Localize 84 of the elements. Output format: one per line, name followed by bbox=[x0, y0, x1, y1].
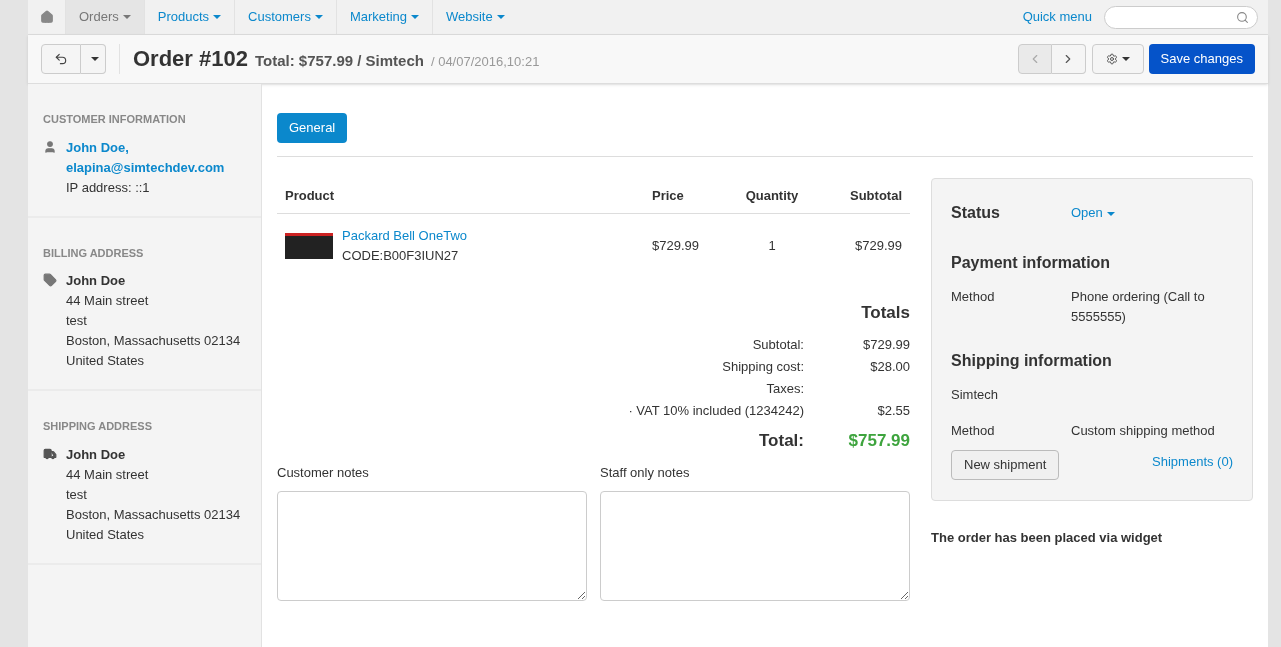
tag-icon bbox=[43, 273, 57, 287]
totals-value: $729.99 bbox=[863, 336, 910, 352]
total-value: $757.99 bbox=[848, 430, 910, 450]
widget-note: The order has been placed via widget bbox=[931, 529, 1164, 547]
caret-icon bbox=[411, 15, 419, 19]
column-header: Product bbox=[285, 186, 336, 205]
caret-icon bbox=[122, 15, 131, 19]
order-title: Order #102 bbox=[133, 45, 248, 73]
notes-label: Staff only notes bbox=[600, 464, 691, 482]
address-line: 44 Main street bbox=[66, 292, 150, 310]
product-code: CODE:B00F3IUN27 bbox=[342, 247, 460, 265]
product-link[interactable]: Packard Bell OneTwo bbox=[342, 226, 467, 246]
address-line: test bbox=[66, 485, 88, 504]
payment-heading: Payment information bbox=[951, 253, 1112, 273]
settings-icon bbox=[1105, 53, 1118, 65]
column-header: Quantity bbox=[744, 186, 800, 205]
totals-value: $28.00 bbox=[870, 358, 910, 374]
back-arrow-icon bbox=[54, 52, 68, 66]
notes-field[interactable] bbox=[600, 490, 910, 601]
contact-name: John Doe bbox=[66, 272, 127, 290]
shipping-method: Custom shipping method bbox=[1071, 421, 1215, 440]
column-header: Price bbox=[652, 186, 685, 205]
truck-icon bbox=[43, 446, 57, 461]
product-image bbox=[285, 233, 333, 259]
totals-label: · VAT 10% included (1234242) bbox=[628, 401, 804, 420]
address-line: United States bbox=[66, 525, 146, 544]
previous-button[interactable] bbox=[1017, 44, 1052, 74]
tab[interactable]: General bbox=[277, 113, 348, 143]
shipments-link[interactable]: Shipments (0) bbox=[1152, 452, 1233, 472]
customer-name-link[interactable]: John Doe, bbox=[66, 137, 225, 158]
address-line: test bbox=[66, 312, 88, 330]
nav-menu-item[interactable]: Customers bbox=[234, 0, 336, 34]
subtotal-cell-text: $729.99 bbox=[854, 237, 902, 256]
new-shipment-button[interactable]: New shipment bbox=[951, 450, 1060, 480]
address-line: United States bbox=[66, 352, 146, 370]
home-icon bbox=[39, 10, 54, 24]
caret-icon bbox=[1121, 57, 1130, 61]
notes-field[interactable] bbox=[277, 490, 587, 601]
section-heading: BILLING ADDRESS bbox=[43, 245, 145, 261]
section-heading: CUSTOMER INFORMATION bbox=[43, 112, 187, 127]
notes-label: Customer notes bbox=[277, 464, 370, 482]
nav-menu-item[interactable]: Products bbox=[143, 0, 235, 34]
total-label: Total: bbox=[759, 429, 804, 452]
nav-menu-item[interactable]: Website bbox=[432, 0, 518, 34]
nav-menu-item[interactable]: Orders bbox=[65, 0, 144, 34]
contact-name: John Doe bbox=[66, 445, 127, 464]
person-icon bbox=[43, 139, 57, 154]
carrier-name: Simtech bbox=[951, 386, 999, 404]
price-cell-text: $729.99 bbox=[652, 237, 700, 256]
settings-button[interactable] bbox=[1091, 44, 1144, 74]
method-label: Method bbox=[951, 421, 996, 440]
address-line: 44 Main street bbox=[66, 465, 150, 484]
next-button[interactable] bbox=[1051, 44, 1086, 74]
caret-icon bbox=[496, 15, 505, 19]
order-date: / 04/07/2016,10:21 bbox=[430, 53, 540, 71]
status-label: Status bbox=[951, 203, 1001, 223]
address-line: Boston, Massachusetts 02134 bbox=[66, 505, 241, 524]
status-dropdown[interactable]: Open bbox=[1071, 203, 1115, 223]
nav-menu-item[interactable]: Marketing bbox=[335, 0, 432, 34]
search-icon bbox=[1236, 10, 1249, 24]
section-heading: SHIPPING ADDRESS bbox=[43, 419, 153, 434]
totals-label: Subtotal: bbox=[752, 335, 804, 354]
address-line: Boston, Massachusetts 02134 bbox=[66, 332, 241, 350]
caret-icon bbox=[91, 57, 99, 61]
totals-label: Taxes: bbox=[766, 379, 804, 398]
shipping-heading: Shipping information bbox=[951, 351, 1113, 371]
method-label: Method bbox=[951, 288, 996, 306]
totals-label: Shipping cost: bbox=[722, 357, 804, 376]
quick-menu-link[interactable]: Quick menu bbox=[1022, 7, 1092, 27]
caret-icon bbox=[1106, 211, 1115, 216]
totals-value: $2.55 bbox=[877, 402, 910, 418]
dropdown-button[interactable] bbox=[81, 44, 106, 74]
back-button[interactable] bbox=[41, 44, 81, 74]
caret-icon bbox=[213, 15, 222, 19]
save-changes-button[interactable]: Save changes bbox=[1148, 44, 1255, 74]
caret-icon bbox=[314, 15, 323, 19]
customer-email-link[interactable]: elapina@simtechdev.com bbox=[66, 157, 225, 178]
address-line: IP address: ::1 bbox=[66, 178, 151, 197]
column-header: Subtotal bbox=[849, 186, 902, 205]
order-summary: Total: $757.99 / Simtech bbox=[254, 51, 424, 71]
search-field[interactable] bbox=[1104, 5, 1258, 29]
payment-method: Phone ordering (Call to 5555555) bbox=[1071, 288, 1206, 326]
totals-heading: Totals bbox=[861, 302, 910, 324]
quantity-cell-text: 1 bbox=[767, 237, 777, 256]
